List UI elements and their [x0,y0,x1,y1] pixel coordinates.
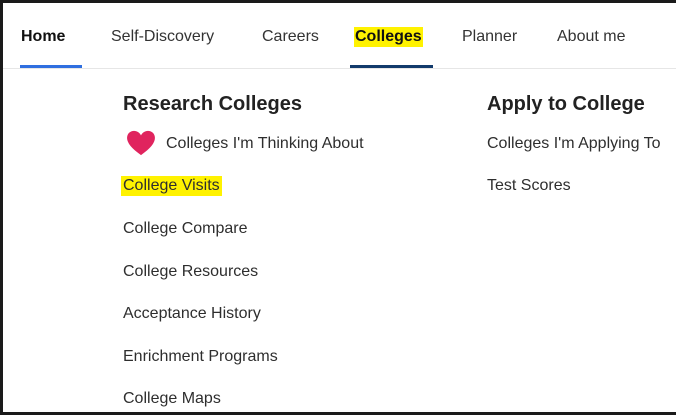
nav-colleges[interactable]: Colleges [350,27,433,68]
link-colleges-applying-to[interactable]: Colleges I'm Applying To [487,134,663,154]
nav-colleges-underline [350,65,433,68]
research-colleges-title: Research Colleges [123,93,302,115]
link-college-maps[interactable]: College Maps [123,389,223,409]
top-navigation: Home Self-Discovery Careers Colleges Pla… [3,3,676,69]
nav-self-discovery[interactable]: Self-Discovery [110,27,215,68]
app-frame: Home Self-Discovery Careers Colleges Pla… [0,0,676,415]
link-test-scores[interactable]: Test Scores [487,176,573,196]
link-enrichment-programs[interactable]: Enrichment Programs [123,347,280,367]
link-college-visits[interactable]: College Visits [121,176,222,196]
nav-about-me-label: About me [557,28,626,45]
heart-icon[interactable] [126,130,156,156]
nav-colleges-label: Colleges [354,27,423,47]
link-colleges-thinking-about-label: Colleges I'm Thinking About [166,135,364,152]
nav-self-discovery-label: Self-Discovery [111,28,215,45]
nav-home[interactable]: Home [20,27,82,68]
nav-careers[interactable]: Careers [261,27,320,68]
link-college-maps-label: College Maps [123,390,221,407]
link-college-resources-label: College Resources [123,263,259,280]
nav-home-label: Home [21,28,66,45]
link-college-compare-label: College Compare [123,220,248,237]
nav-planner-label: Planner [462,28,518,45]
link-college-visits-label: College Visits [121,176,222,196]
link-colleges-applying-to-label: Colleges I'm Applying To [487,135,661,152]
nav-about-me[interactable]: About me [556,27,626,68]
link-acceptance-history-label: Acceptance History [123,305,261,322]
link-colleges-thinking-about[interactable]: Colleges I'm Thinking About [166,134,366,154]
nav-planner[interactable]: Planner [461,27,518,68]
nav-careers-label: Careers [262,28,319,45]
link-test-scores-label: Test Scores [487,177,571,194]
link-college-compare[interactable]: College Compare [123,219,250,239]
link-acceptance-history[interactable]: Acceptance History [123,304,263,324]
link-enrichment-programs-label: Enrichment Programs [123,348,278,365]
link-college-resources[interactable]: College Resources [123,262,260,282]
apply-to-college-title: Apply to College [487,93,645,115]
nav-home-underline [20,65,82,68]
